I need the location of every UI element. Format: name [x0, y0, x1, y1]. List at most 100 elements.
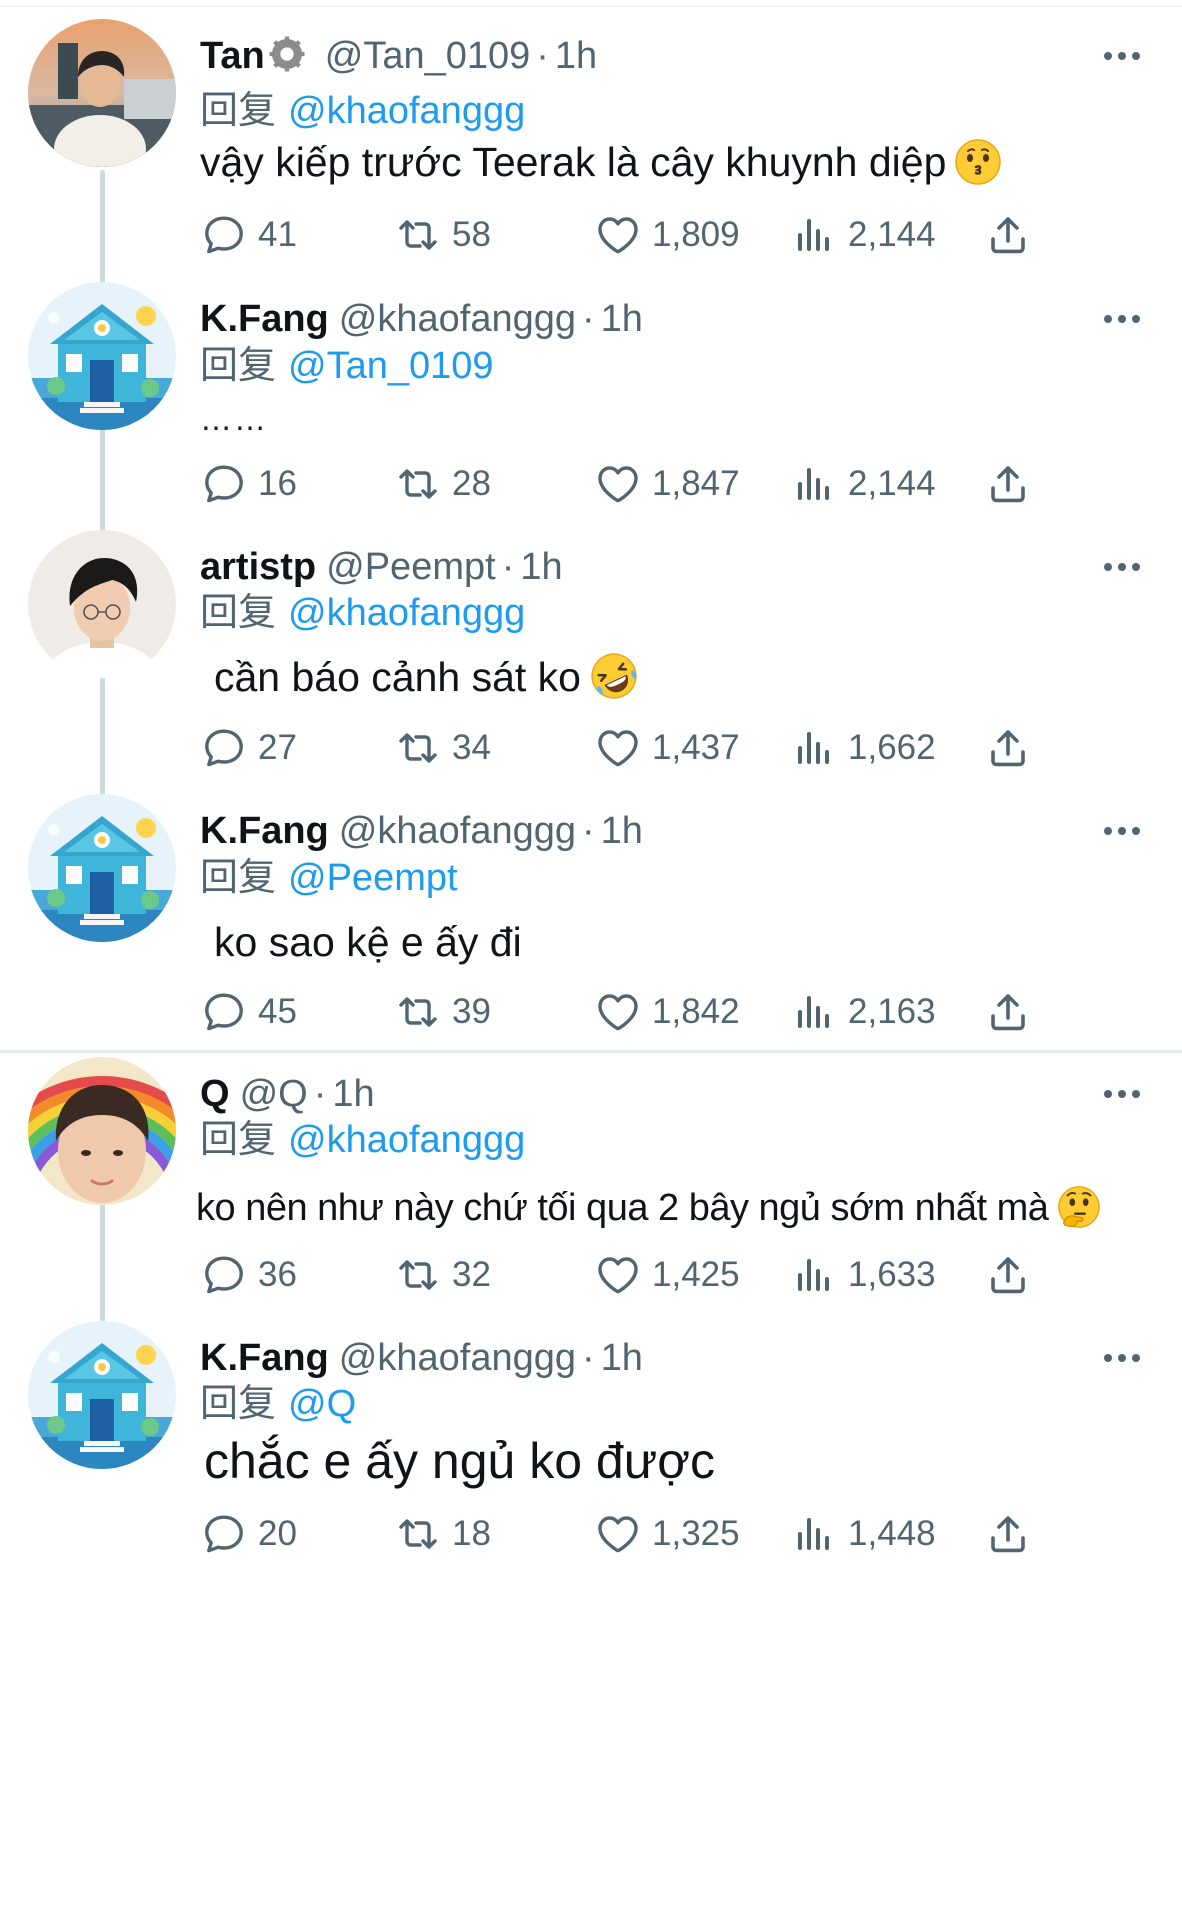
- reply-count: 16: [258, 464, 297, 503]
- retweet-button[interactable]: 34: [394, 720, 491, 776]
- mention-link[interactable]: @khaofanggg: [288, 592, 525, 634]
- retweet-button[interactable]: 39: [394, 984, 491, 1040]
- reply-count: 27: [258, 728, 297, 767]
- more-dots-icon[interactable]: [1102, 312, 1142, 326]
- share-button[interactable]: [984, 984, 1032, 1040]
- views-button[interactable]: 2,144: [790, 207, 936, 263]
- reply-button[interactable]: 36: [200, 1247, 297, 1303]
- retweet-count: 39: [452, 992, 491, 1031]
- upload-share-icon: [984, 211, 1032, 259]
- mention-link[interactable]: @Tan_0109: [288, 345, 494, 387]
- share-button[interactable]: [984, 1506, 1032, 1562]
- retweet-button[interactable]: 18: [394, 1506, 491, 1562]
- user-handle[interactable]: @Tan_0109: [325, 35, 531, 77]
- like-count: 1,842: [652, 992, 740, 1031]
- display-name[interactable]: Tan: [200, 35, 265, 77]
- views-button[interactable]: 1,448: [790, 1506, 936, 1562]
- display-name[interactable]: K.Fang: [200, 810, 329, 852]
- display-name[interactable]: K.Fang: [200, 298, 329, 340]
- reply-button[interactable]: 41: [200, 207, 297, 263]
- display-name[interactable]: artistp: [200, 546, 316, 588]
- like-button[interactable]: 1,809: [594, 207, 740, 263]
- upload-share-icon: [984, 1510, 1032, 1558]
- tweet-header: K.Fang @khaofanggg · 1h: [200, 1334, 643, 1382]
- mention-link[interactable]: @Peempt: [288, 857, 458, 899]
- avatar[interactable]: [28, 1321, 176, 1469]
- avatar[interactable]: [28, 794, 176, 942]
- avatar[interactable]: [28, 19, 176, 167]
- mention-link[interactable]: @Q: [288, 1383, 356, 1425]
- share-button[interactable]: [984, 207, 1032, 263]
- mention-link[interactable]: @khaofanggg: [288, 1119, 525, 1161]
- display-name[interactable]: K.Fang: [200, 1337, 329, 1379]
- reply-button[interactable]: 45: [200, 984, 297, 1040]
- more-dots-icon[interactable]: [1102, 560, 1142, 574]
- upload-share-icon: [984, 988, 1032, 1036]
- views-button[interactable]: 1,633: [790, 1247, 936, 1303]
- replying-label: 回复: [200, 592, 277, 634]
- separator-dot: ·: [313, 1073, 327, 1115]
- views-button[interactable]: 2,163: [790, 984, 936, 1040]
- retweet-button[interactable]: 58: [394, 207, 491, 263]
- avatar[interactable]: [28, 282, 176, 430]
- tweet-text: ko nên như này chứ tối qua 2 bây ngủ sớm…: [196, 1184, 1102, 1232]
- avatar[interactable]: [28, 530, 176, 678]
- separator-dot: ·: [581, 810, 595, 852]
- replying-label: 回复: [200, 90, 277, 132]
- reply-count: 20: [258, 1514, 297, 1553]
- rolling-laughing-face-emoji: [591, 653, 637, 699]
- view-count: 2,144: [848, 464, 936, 503]
- replying-label: 回复: [200, 345, 277, 387]
- avatar[interactable]: [28, 1057, 176, 1205]
- timestamp[interactable]: 1h: [601, 298, 643, 340]
- views-button[interactable]: 2,144: [790, 456, 936, 512]
- comment-bubble-icon: [200, 1510, 248, 1558]
- retweet-arrows-icon: [394, 460, 442, 508]
- like-button[interactable]: 1,847: [594, 456, 740, 512]
- user-handle[interactable]: @khaofanggg: [339, 810, 576, 852]
- action-bar: 20 18 1,325 1,448: [0, 1506, 1182, 1562]
- reply-button[interactable]: 16: [200, 456, 297, 512]
- user-handle[interactable]: @khaofanggg: [339, 298, 576, 340]
- more-dots-icon[interactable]: [1102, 1351, 1142, 1365]
- retweet-button[interactable]: 28: [394, 456, 491, 512]
- like-button[interactable]: 1,325: [594, 1506, 740, 1562]
- view-count: 1,662: [848, 728, 936, 767]
- more-dots-icon[interactable]: [1102, 824, 1142, 838]
- like-button[interactable]: 1,842: [594, 984, 740, 1040]
- timestamp[interactable]: 1h: [520, 546, 562, 588]
- tweet-header: Tan @Tan_0109 · 1h: [200, 32, 597, 80]
- comment-bubble-icon: [200, 1251, 248, 1299]
- display-name[interactable]: Q: [200, 1073, 230, 1115]
- timestamp[interactable]: 1h: [601, 810, 643, 852]
- tweet-text-content: cần báo cảnh sát ko: [214, 654, 581, 700]
- separator-dot: ·: [536, 35, 549, 77]
- upload-share-icon: [984, 724, 1032, 772]
- like-button[interactable]: 1,437: [594, 720, 740, 776]
- reply-button[interactable]: 27: [200, 720, 297, 776]
- more-dots-icon[interactable]: [1102, 49, 1142, 63]
- reply-button[interactable]: 20: [200, 1506, 297, 1562]
- views-button[interactable]: 1,662: [790, 720, 936, 776]
- share-button[interactable]: [984, 456, 1032, 512]
- replying-to: 回复 @Tan_0109: [200, 342, 494, 390]
- share-button[interactable]: [984, 1247, 1032, 1303]
- mention-link[interactable]: @khaofanggg: [288, 90, 525, 132]
- user-handle[interactable]: @khaofanggg: [339, 1337, 576, 1379]
- tweet-header: K.Fang @khaofanggg · 1h: [200, 295, 643, 343]
- more-dots-icon[interactable]: [1102, 1087, 1142, 1101]
- share-button[interactable]: [984, 720, 1032, 776]
- separator-dot: ·: [581, 298, 595, 340]
- replying-label: 回复: [200, 1119, 277, 1161]
- timestamp[interactable]: 1h: [332, 1073, 374, 1115]
- timestamp[interactable]: 1h: [555, 35, 597, 77]
- user-handle[interactable]: @Peempt: [326, 546, 496, 588]
- like-button[interactable]: 1,425: [594, 1247, 740, 1303]
- retweet-arrows-icon: [394, 211, 442, 259]
- tweet-text-content: vậy kiếp trước Teerak là cây khuynh diệp: [200, 139, 947, 185]
- timestamp[interactable]: 1h: [601, 1337, 643, 1379]
- house-avatar-image: [28, 1321, 176, 1469]
- retweet-button[interactable]: 32: [394, 1247, 491, 1303]
- user-handle[interactable]: @Q: [240, 1073, 308, 1115]
- comment-bubble-icon: [200, 988, 248, 1036]
